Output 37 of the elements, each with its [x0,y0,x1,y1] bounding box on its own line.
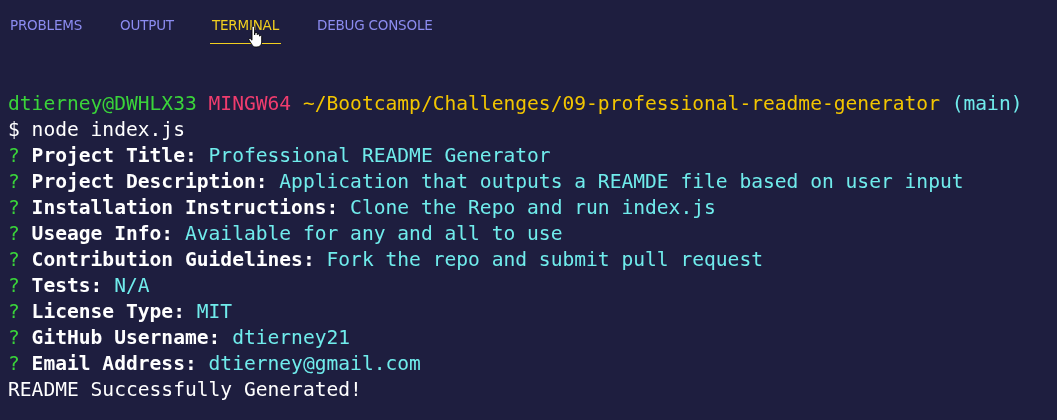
prompt-user-host: dtierney@DWHLX33 [8,91,197,117]
question-label: License Type: [31,299,185,325]
question-marker: ? [8,221,20,247]
question-answer: MIT [196,299,233,325]
panel-tab[interactable]: DEBUG CONSOLE [314,14,435,44]
question-marker: ? [8,325,20,351]
command-text: node index.js [31,117,185,143]
question-marker: ? [8,195,20,221]
question-answer: dtierney@gmail.com [208,351,421,377]
question-label: Useage Info: [31,221,174,247]
question-answer: Professional README Generator [208,143,551,169]
question-answer: Fork the repo and submit pull request [326,247,763,273]
question-marker: ? [8,351,20,377]
question-marker: ? [8,273,20,299]
prompt-system: MINGW64 [208,91,292,117]
question-marker: ? [8,247,20,273]
question-answer: Available for any and all to use [184,221,563,247]
question-label: Email Address: [31,351,197,377]
panel-tab[interactable]: PROBLEMS [8,14,85,44]
question-label: Project Description: [31,169,268,195]
question-marker: ? [8,169,20,195]
prompt-symbol: $ [8,117,20,143]
question-answer: N/A [114,273,150,299]
question-label: Project Title: [31,143,197,169]
question-answer: Application that outputs a REAMDE file based on user input [279,169,964,195]
question-marker: ? [8,143,20,169]
question-label: Installation Instructions: [31,195,339,221]
panel-tab[interactable]: OUTPUT [118,14,176,44]
question-label: GitHub Username: [31,325,221,351]
question-marker: ? [8,299,20,325]
output-message: README Successfully Generated! [8,377,362,403]
question-label: Tests: [31,273,103,299]
question-answer: Clone the Repo and run index.js [350,195,716,221]
question-answer: dtierney21 [232,325,351,351]
prompt-branch: (main) [951,91,1023,117]
question-label: Contribution Guidelines: [31,247,315,273]
prompt-path: ~/Bootcamp/Challenges/09-professional-readme-generator [302,91,940,117]
